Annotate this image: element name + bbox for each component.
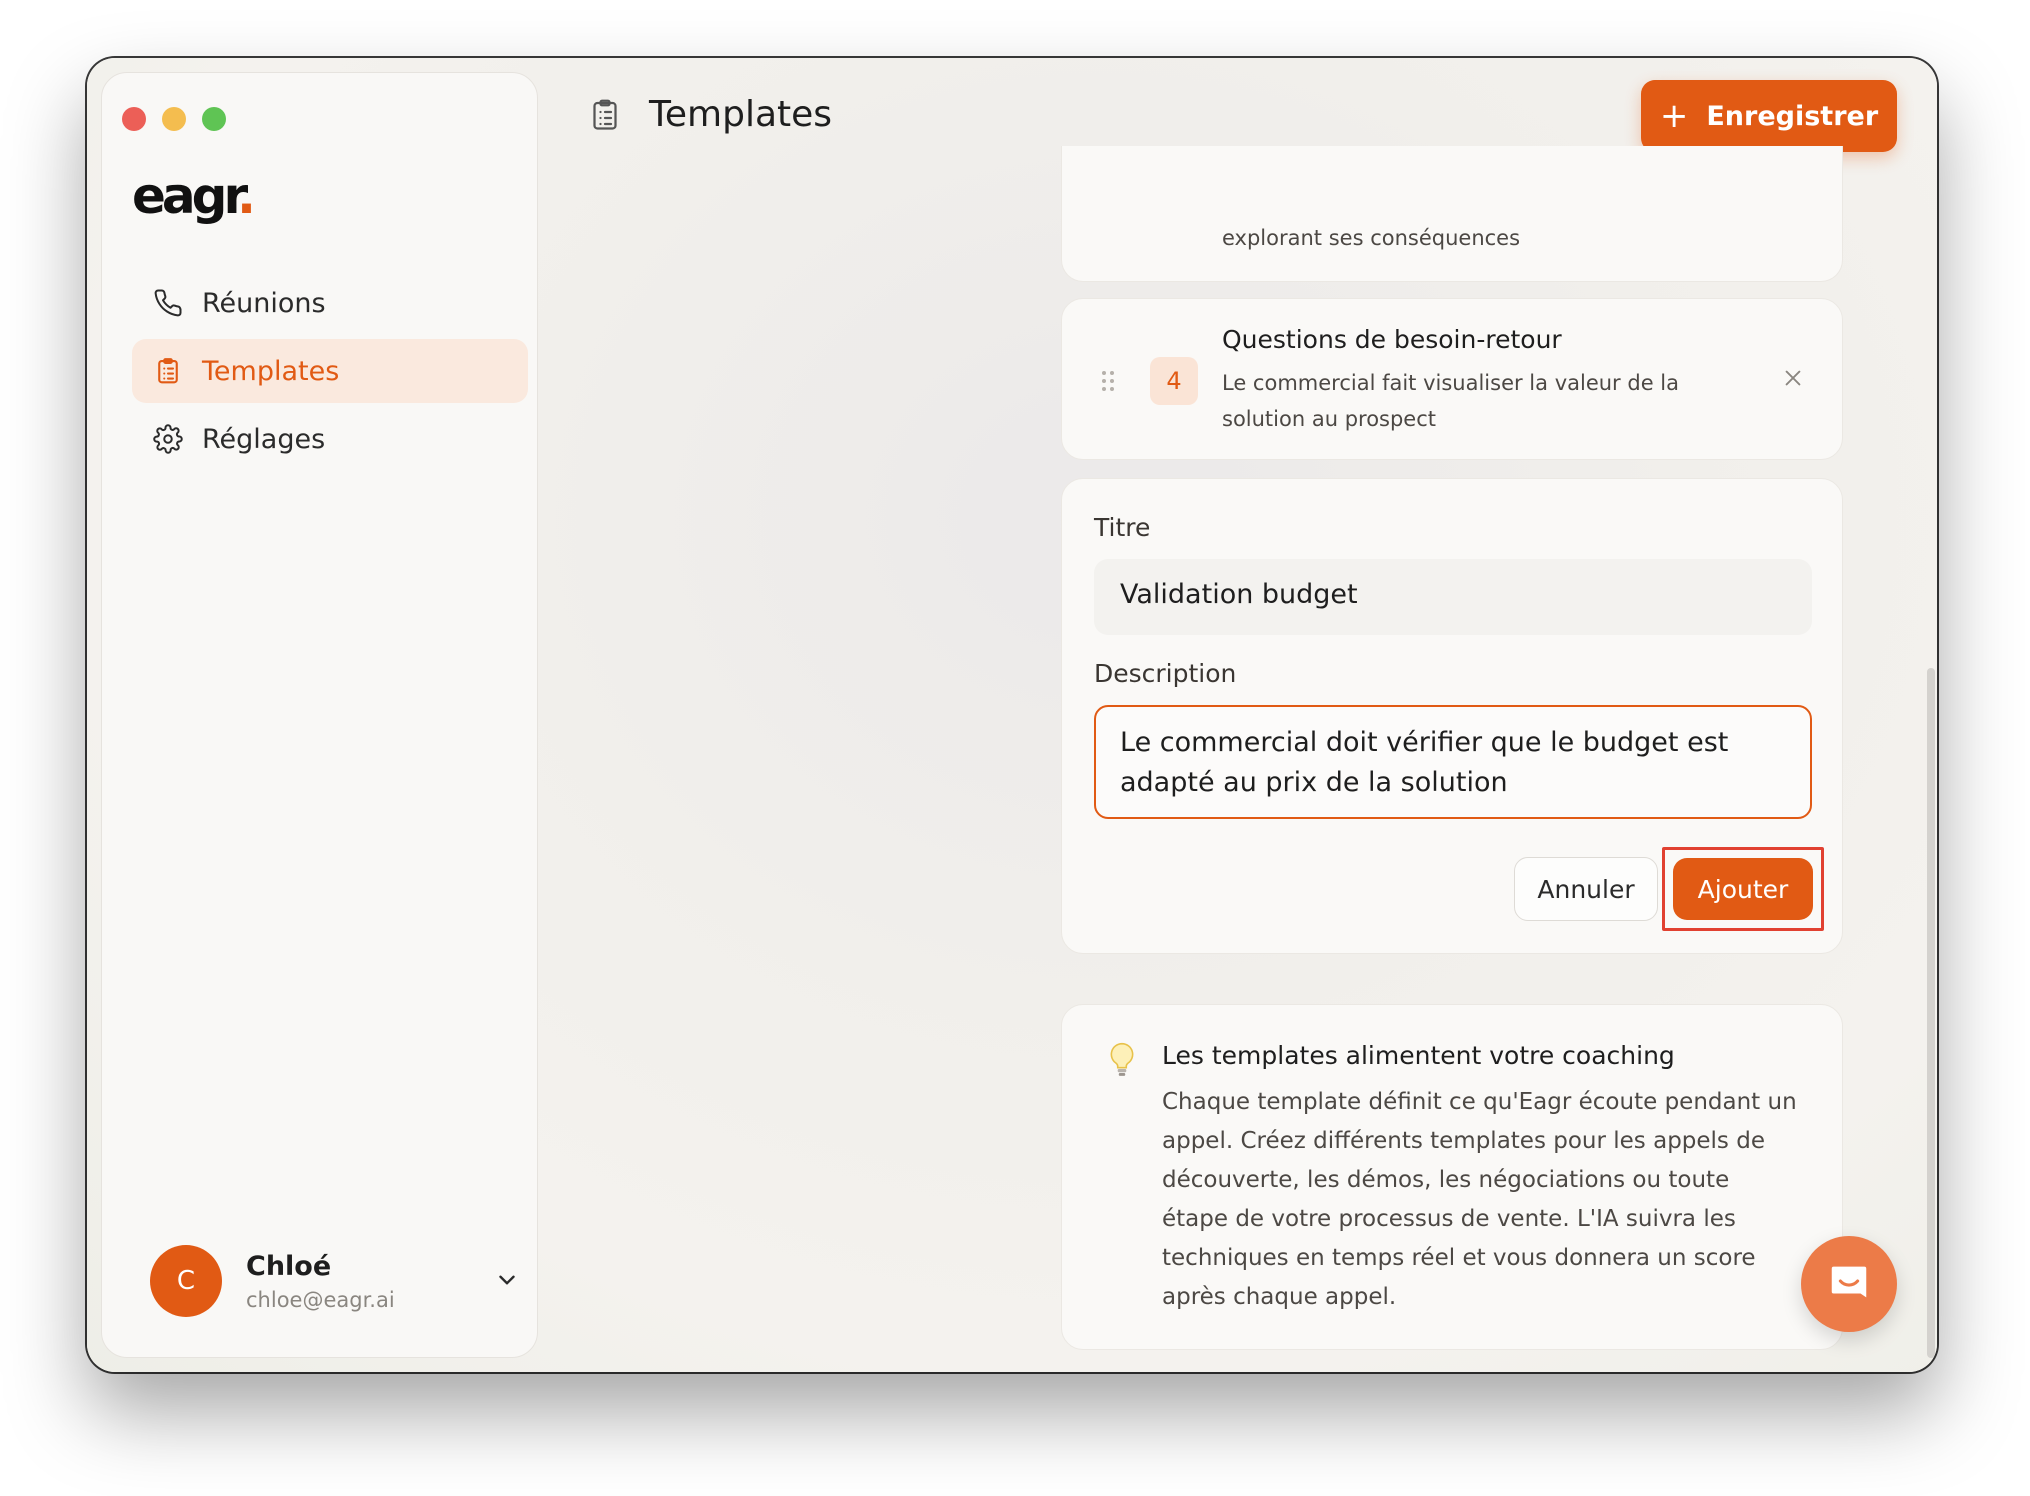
user-email: chloe@eagr.ai (246, 1287, 395, 1312)
minimize-window-button[interactable] (162, 107, 186, 131)
lightbulb-icon (1106, 1041, 1138, 1085)
technique-card: 4 Questions de besoin-retour Le commerci… (1061, 298, 1843, 460)
add-button[interactable]: Ajouter (1673, 858, 1813, 920)
sidebar-item-label: Réunions (202, 287, 326, 319)
new-technique-form: Titre Validation budget Description Le c… (1061, 478, 1843, 954)
technique-number-badge: 4 (1150, 357, 1198, 405)
technique-description: explorant ses conséquences (1222, 226, 1521, 250)
technique-description: Le commercial fait visualiser la valeur … (1222, 371, 1679, 431)
sidebar-nav: Réunions Templates Réglages (132, 271, 528, 475)
info-title: Les templates alimentent votre coaching (1162, 1041, 1675, 1070)
sidebar-item-templates[interactable]: Templates (132, 339, 528, 403)
chevron-down-icon[interactable] (494, 1267, 520, 1297)
maximize-window-button[interactable] (202, 107, 226, 131)
avatar: C (150, 1245, 222, 1317)
sidebar: eagr. Réunions Templates Réglages C Chlo… (101, 72, 538, 1358)
chat-support-button[interactable] (1801, 1236, 1897, 1332)
app-window: eagr. Réunions Templates Réglages C Chlo… (87, 58, 1937, 1372)
close-window-button[interactable] (122, 107, 146, 131)
sidebar-item-label: Templates (202, 355, 340, 387)
sidebar-item-reunions[interactable]: Réunions (132, 271, 528, 335)
technique-title: Questions de besoin-retour (1222, 325, 1562, 354)
page-title: Templates (587, 94, 832, 135)
phone-icon (152, 287, 184, 319)
save-button[interactable]: + Enregistrer (1641, 80, 1897, 152)
add-button-highlight: Ajouter (1662, 847, 1824, 931)
eagr-logo: eagr. (132, 167, 256, 225)
user-menu[interactable]: C Chloé chloe@eagr.ai (150, 1245, 520, 1317)
cancel-button[interactable]: Annuler (1514, 857, 1658, 921)
drag-handle-icon[interactable] (1100, 369, 1116, 397)
page-title-text: Templates (649, 94, 833, 135)
clipboard-icon (587, 96, 623, 134)
description-textarea[interactable]: Le commercial doit vérifier que le budge… (1094, 705, 1812, 819)
save-button-label: Enregistrer (1706, 100, 1879, 132)
plus-icon: + (1659, 96, 1689, 136)
user-info: Chloé chloe@eagr.ai (246, 1251, 395, 1312)
close-icon[interactable] (1782, 367, 1804, 393)
window-controls (122, 107, 226, 131)
title-label: Titre (1094, 513, 1151, 542)
info-text: Chaque template définit ce qu'Eagr écout… (1162, 1089, 1797, 1310)
sidebar-item-label: Réglages (202, 423, 326, 455)
title-input[interactable]: Validation budget (1094, 559, 1812, 635)
coaching-info-card: Les templates alimentent votre coaching … (1061, 1004, 1843, 1350)
sidebar-item-reglages[interactable]: Réglages (132, 407, 528, 471)
description-label: Description (1094, 659, 1237, 688)
chat-icon (1826, 1259, 1872, 1309)
scrollbar[interactable] (1927, 668, 1935, 1358)
gear-icon (152, 423, 184, 455)
clipboard-icon (152, 355, 184, 387)
technique-card-previous: explorant ses conséquences (1061, 146, 1843, 282)
user-name: Chloé (246, 1250, 332, 1282)
